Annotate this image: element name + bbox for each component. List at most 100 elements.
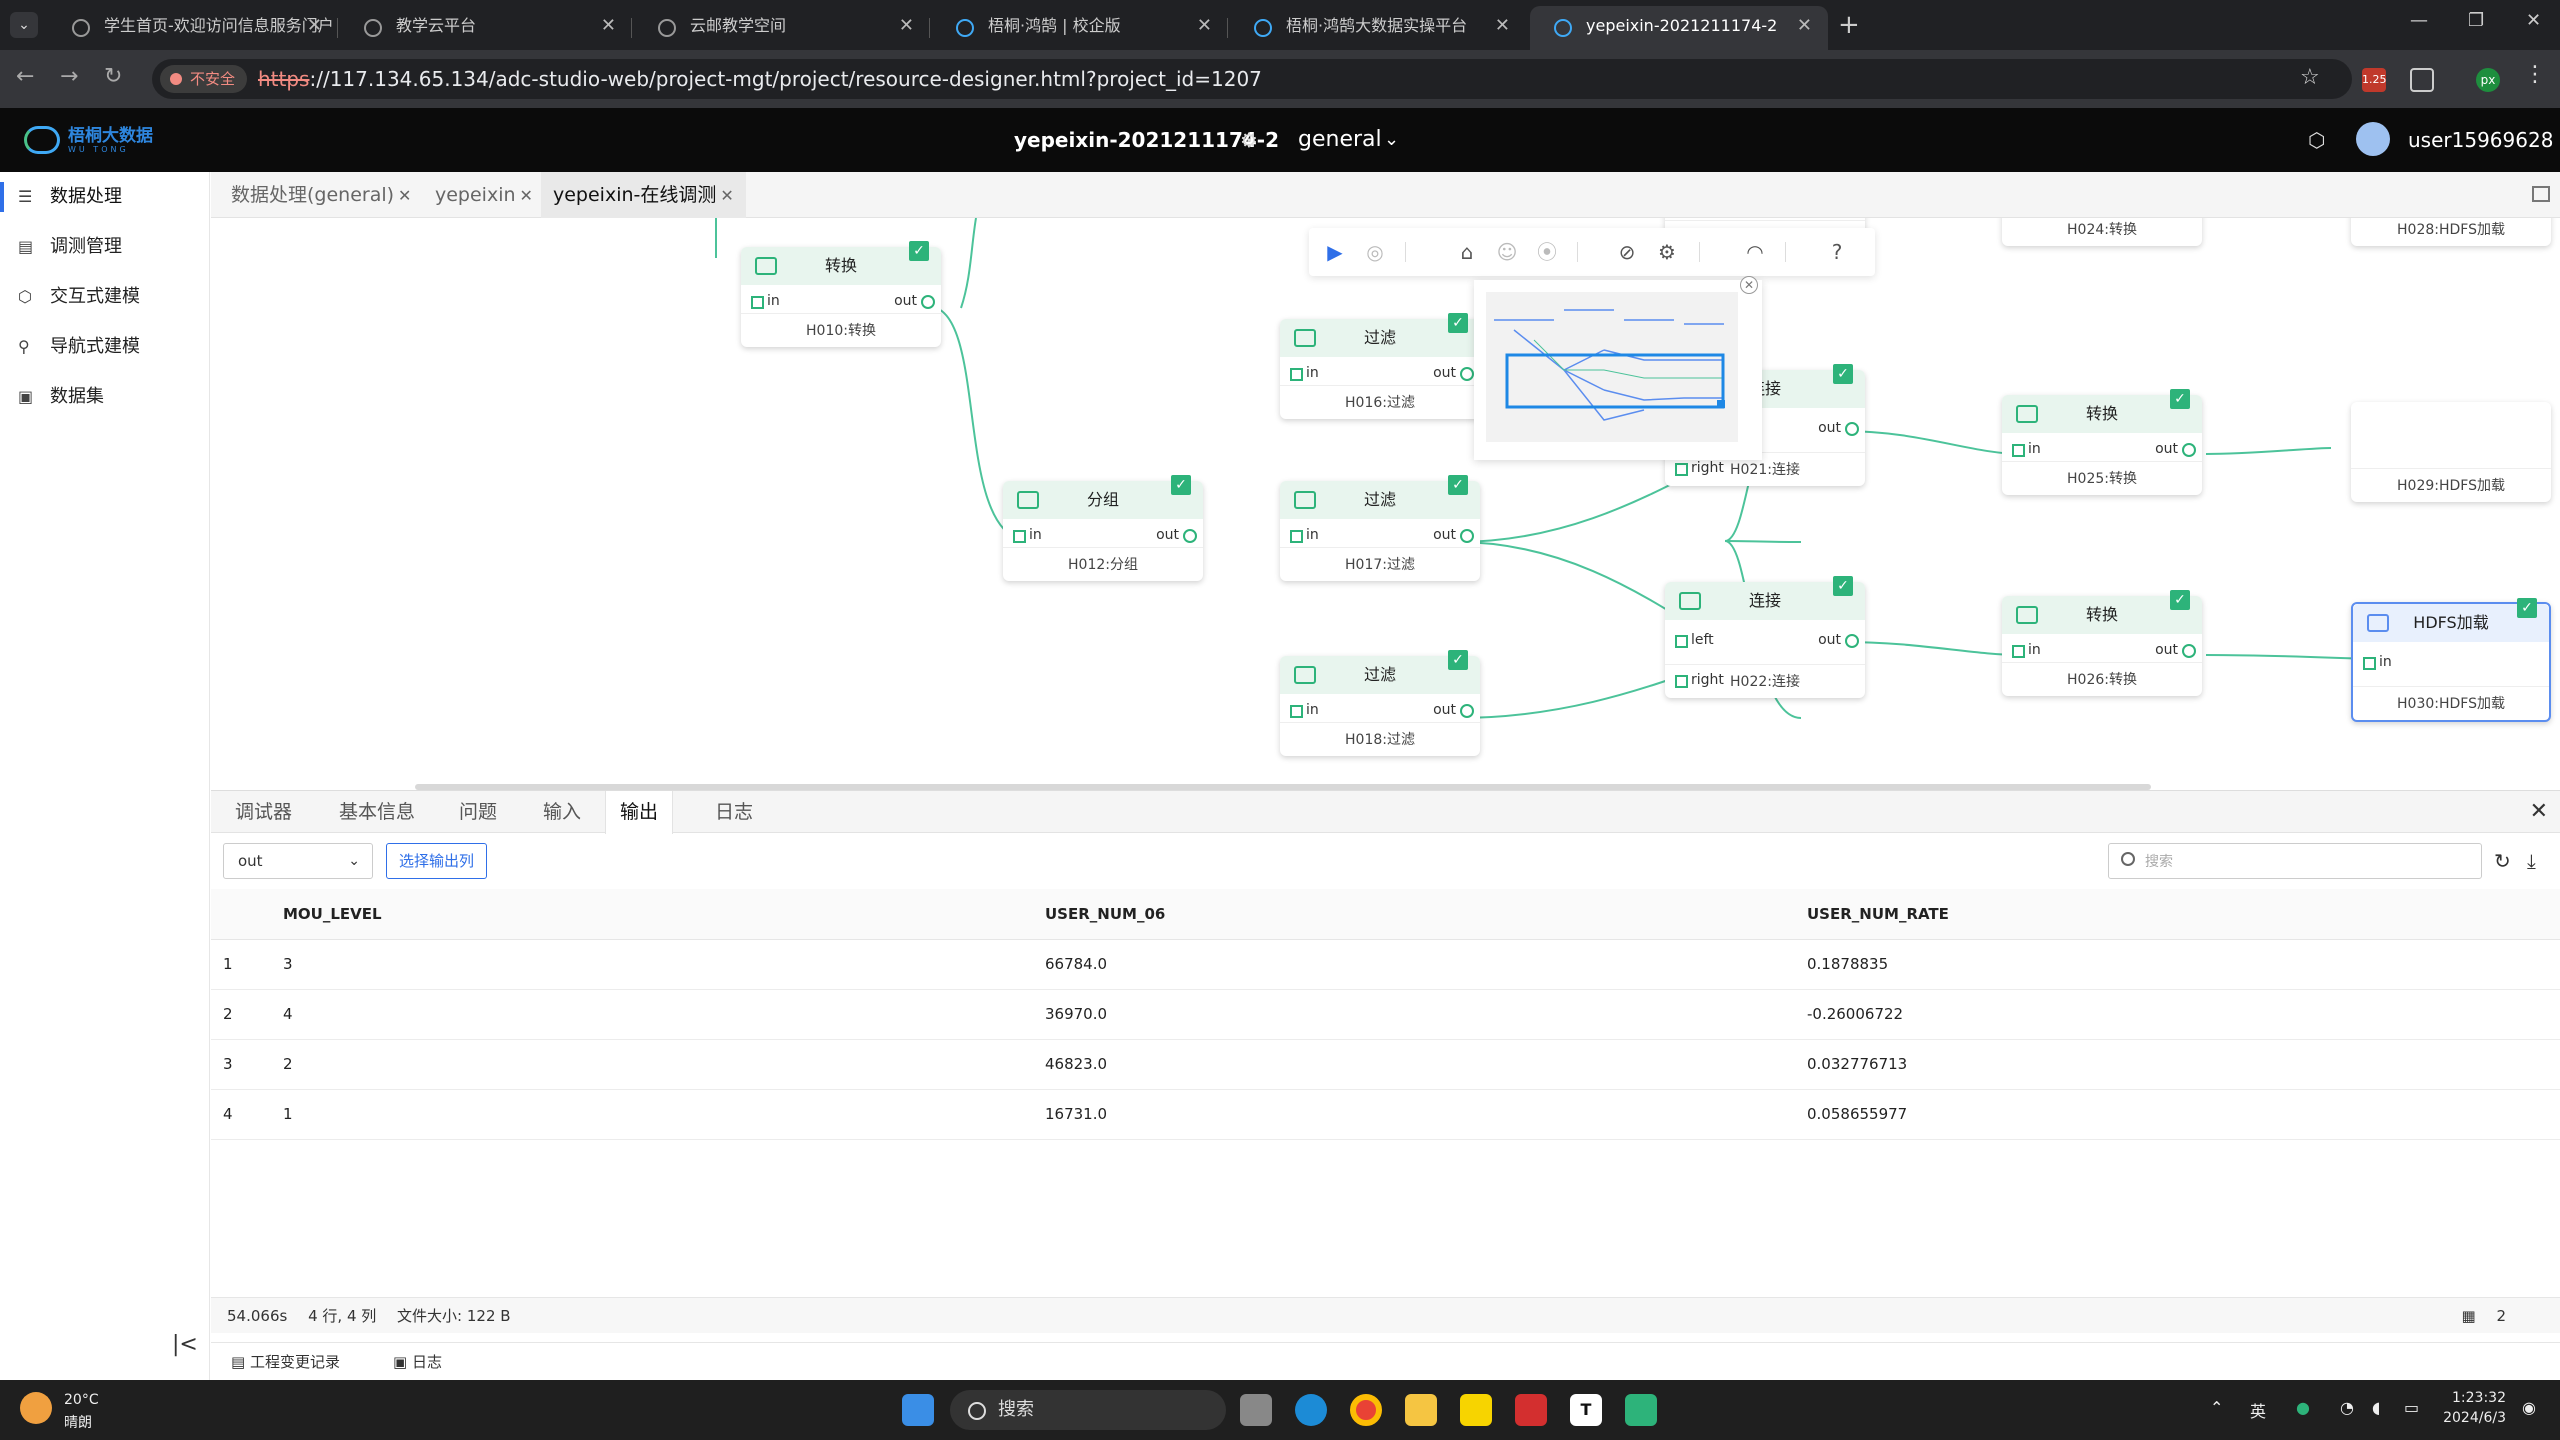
tab-basic-info[interactable]: 基本信息	[325, 791, 429, 833]
doc-tab[interactable]: 数据处理(general) ✕	[219, 172, 423, 218]
doc-tab[interactable]: yepeixin ✕	[423, 172, 545, 218]
output-port[interactable]: out	[2155, 441, 2196, 457]
project-settings-gear-icon[interactable]: ⚙	[1240, 128, 1258, 152]
run-play-icon[interactable]: ▶	[1323, 240, 1347, 264]
close-icon[interactable]: ✕	[1797, 6, 1812, 46]
input-port[interactable]: in	[1290, 365, 1319, 381]
forward-button[interactable]: →	[60, 64, 78, 89]
skip-icon[interactable]: ⦿	[1535, 240, 1559, 264]
browser-tab[interactable]: 梧桐·鸿鹄 | 校企版 ✕	[932, 6, 1228, 50]
tab-input[interactable]: 输入	[529, 791, 595, 833]
cube-icon[interactable]: ⬡	[2308, 128, 2325, 152]
sticky-notes-icon[interactable]	[1460, 1394, 1492, 1426]
table-row[interactable]: 3 2 46823.0 0.032776713	[211, 1039, 2560, 1090]
chevron-up-icon[interactable]: ⌃	[2210, 1398, 2223, 1417]
battery-icon[interactable]: ▭	[2404, 1398, 2419, 1417]
panel-toggle-icon[interactable]	[2532, 186, 2550, 202]
close-icon[interactable]: ✕	[1495, 6, 1510, 46]
clear-icon[interactable]: ⊘	[1615, 240, 1639, 264]
minimap-close-icon[interactable]: ✕	[1740, 276, 1758, 294]
node-h026-transform[interactable]: 转换 ✓ in out H026:转换	[2002, 590, 2202, 696]
table-row[interactable]: 2 4 36970.0 -0.26006722	[211, 989, 2560, 1040]
input-port[interactable]: in	[1290, 702, 1319, 718]
log-link[interactable]: ▣ 日志	[393, 1343, 442, 1381]
bookmark-star-icon[interactable]: ☆	[2300, 65, 2320, 90]
input-port[interactable]: in	[751, 293, 780, 309]
node-h017-filter[interactable]: 过滤 ✓ in out H017:过滤	[1280, 475, 1480, 581]
output-port[interactable]: out	[1818, 420, 1859, 436]
browser-tab[interactable]: 教学云平台 ✕	[340, 6, 632, 50]
step-icon[interactable]: ☺	[1495, 240, 1519, 264]
profile-avatar[interactable]: px	[2476, 68, 2500, 92]
windows-start-icon[interactable]	[902, 1394, 934, 1426]
input-port[interactable]: in	[2012, 642, 2041, 658]
reload-button[interactable]: ↻	[104, 64, 122, 89]
terminal-app-icon[interactable]	[1625, 1394, 1657, 1426]
wechat-icon[interactable]: ●	[2296, 1398, 2310, 1417]
column-header[interactable]: USER_NUM_06	[1045, 889, 1807, 940]
browser-tab[interactable]: 云邮教学空间 ✕	[634, 6, 930, 50]
output-port[interactable]: out	[1818, 632, 1859, 648]
node-h030-hdfs-load[interactable]: HDFS加载 ✓ in H030:HDFS加载	[2351, 598, 2551, 722]
node-h024[interactable]: H024:转换	[2002, 218, 2202, 246]
help-icon[interactable]: ?	[1825, 240, 1849, 264]
browser-tab[interactable]: 梧桐·鸿鹄大数据实操平台 ✕	[1230, 6, 1526, 50]
close-icon[interactable]: ✕	[601, 6, 616, 46]
node-h025-transform[interactable]: 转换 ✓ in out H025:转换	[2002, 389, 2202, 495]
search-input[interactable]	[2145, 850, 2465, 872]
close-icon[interactable]: ✕	[398, 186, 411, 205]
file-explorer-icon[interactable]	[1405, 1394, 1437, 1426]
insecure-badge[interactable]: 不安全	[160, 65, 248, 93]
node-h022-join[interactable]: 连接 ✓ left right out H022:连接	[1665, 576, 1865, 698]
back-button[interactable]: ←	[16, 64, 34, 89]
select-output-columns-button[interactable]: 选择输出列	[386, 843, 488, 879]
extensions-puzzle-icon[interactable]	[2410, 68, 2434, 92]
tab-output[interactable]: 输出	[605, 791, 674, 834]
input-port[interactable]: in	[2012, 441, 2041, 457]
table-row[interactable]: 4 1 16731.0 0.058655977	[211, 1089, 2560, 1140]
sidebar-item-interactive-modeling[interactable]: ⬡ 交互式建模	[0, 272, 210, 322]
typora-icon[interactable]: T	[1570, 1394, 1602, 1426]
close-icon[interactable]: ✕	[899, 6, 914, 46]
input-port[interactable]: in	[1290, 527, 1319, 543]
left-input-port[interactable]: left	[1675, 632, 1714, 648]
output-port-select[interactable]: out ⌄	[223, 843, 373, 879]
edge-browser-icon[interactable]	[1295, 1394, 1327, 1426]
notification-bell-icon[interactable]: ◉	[2522, 1398, 2536, 1417]
node-h016-filter[interactable]: 过滤 ✓ in out H016:过滤	[1280, 313, 1480, 419]
collapse-sidebar-icon[interactable]: |<	[172, 1332, 198, 1357]
sidebar-item-data-processing[interactable]: ☰ 数据处理	[0, 172, 210, 222]
close-icon[interactable]: ✕	[520, 186, 533, 205]
column-header[interactable]: MOU_LEVEL	[283, 889, 1045, 940]
input-port[interactable]: in	[2363, 654, 2392, 670]
user-avatar[interactable]	[2356, 122, 2390, 156]
minimize-button[interactable]: —	[2410, 10, 2428, 31]
url-text[interactable]: https://117.134.65.134/adc-studio-web/pr…	[258, 59, 1262, 99]
app-logo[interactable]: 梧桐大数据 WU TONG	[24, 124, 153, 156]
output-port[interactable]: out	[1156, 527, 1197, 543]
task-view-icon[interactable]	[1240, 1394, 1272, 1426]
close-icon[interactable]: ✕	[720, 186, 733, 205]
node-h010-transform[interactable]: 转换 ✓ in out H010:转换	[741, 241, 941, 347]
pdf-reader-icon[interactable]	[1515, 1394, 1547, 1426]
new-tab-button[interactable]: +	[1838, 8, 1860, 42]
project-changes-link[interactable]: ▤ 工程变更记录	[231, 1343, 340, 1381]
close-icon[interactable]: ✕	[307, 6, 322, 46]
refresh-icon[interactable]: ↻	[2494, 849, 2511, 873]
chevron-down-icon[interactable]: ⌄	[1384, 108, 1399, 172]
sidebar-item-debug-mgmt[interactable]: ▤ 调测管理	[0, 222, 210, 272]
settings-gear-icon[interactable]: ⚙	[1655, 240, 1679, 264]
volume-icon[interactable]: ◖	[2372, 1398, 2380, 1417]
output-port[interactable]: out	[894, 293, 935, 309]
ime-indicator[interactable]: 英	[2250, 1398, 2266, 1422]
output-port[interactable]: out	[1433, 365, 1474, 381]
browser-tab-active[interactable]: yepeixin-2021211174-2 ✕	[1530, 6, 1828, 50]
table-row[interactable]: 1 3 66784.0 0.1878835	[211, 939, 2560, 990]
wifi-icon[interactable]: ◔	[2340, 1398, 2354, 1417]
fingerprint-icon[interactable]: ◠	[1743, 240, 1767, 264]
flow-canvas[interactable]: H020:连接 H024:转换 H028:HDFS加载 H029:HDFS加载 …	[211, 218, 2560, 790]
sidebar-item-guided-modeling[interactable]: ⚲ 导航式建模	[0, 322, 210, 372]
close-panel-icon[interactable]: ✕	[2530, 799, 2548, 824]
output-port[interactable]: out	[1433, 702, 1474, 718]
omnibox[interactable]: 不安全 https://117.134.65.134/adc-studio-we…	[152, 59, 2352, 99]
